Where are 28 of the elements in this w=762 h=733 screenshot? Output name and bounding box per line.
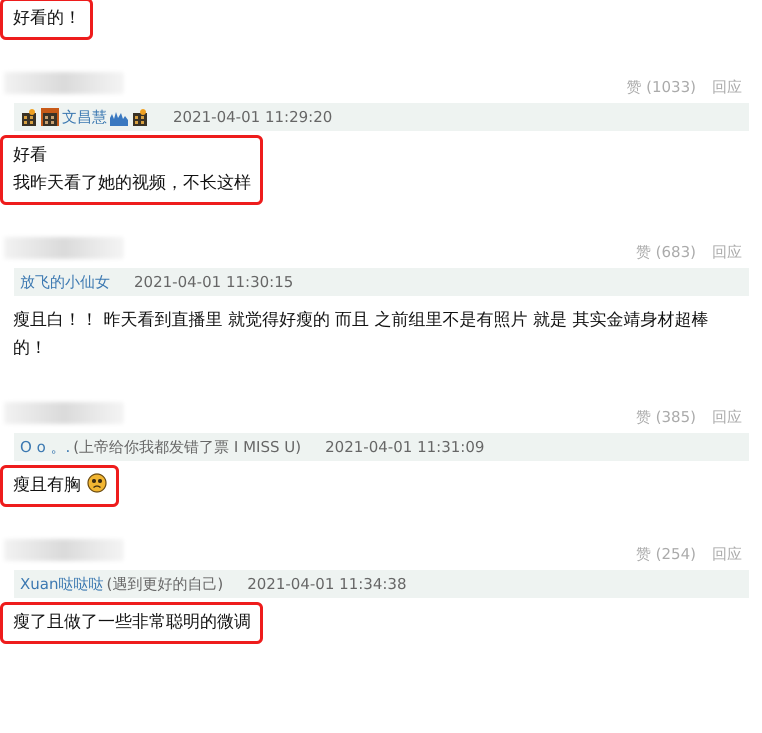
- comment-text: 好看: [13, 145, 47, 165]
- author-link[interactable]: 放飞的小仙女: [20, 272, 110, 292]
- like-link[interactable]: 赞 (254): [636, 545, 696, 564]
- comment-text: 瘦了且做了一些非常聪明的微调: [13, 612, 251, 632]
- building-icon: [20, 108, 38, 126]
- comment-text: 瘦且有胸: [13, 475, 81, 495]
- author-link[interactable]: O o 。.: [20, 438, 70, 456]
- reply-link[interactable]: 回应: [712, 78, 742, 97]
- timestamp: 2021-04-01 11:34:38: [247, 575, 407, 593]
- comment-text: 我昨天看了她的视频，不长这样: [13, 173, 251, 193]
- reply-link[interactable]: 回应: [712, 408, 742, 427]
- author-signature: (上帝给你我都发错了票 I MISS U): [73, 438, 302, 456]
- building-icon: [41, 108, 59, 126]
- comment-text: 好看的！: [13, 8, 81, 28]
- timestamp: 2021-04-01 11:31:09: [325, 438, 484, 456]
- author-link[interactable]: Xuan哒哒哒: [20, 574, 104, 594]
- timestamp: 2021-04-01 11:30:15: [134, 273, 294, 291]
- comment-text: 瘦且白！！ 昨天看到直播里 就觉得好瘦的 而且 之前组里不是有照片 就是 其实金靖身材超棒的！: [13, 310, 708, 358]
- like-link[interactable]: 赞 (683): [636, 243, 696, 262]
- like-link[interactable]: 赞 (1033): [626, 78, 696, 97]
- like-link[interactable]: 赞 (385): [636, 408, 696, 427]
- timestamp: 2021-04-01 11:29:20: [173, 108, 332, 126]
- reply-link[interactable]: 回应: [712, 545, 742, 564]
- author-signature: (遇到更好的自己): [106, 574, 224, 594]
- reply-link[interactable]: 回应: [712, 243, 742, 262]
- building-icon: [131, 108, 149, 126]
- author-link[interactable]: 文昌慧: [62, 108, 107, 126]
- frown-emoji-icon: [87, 473, 107, 493]
